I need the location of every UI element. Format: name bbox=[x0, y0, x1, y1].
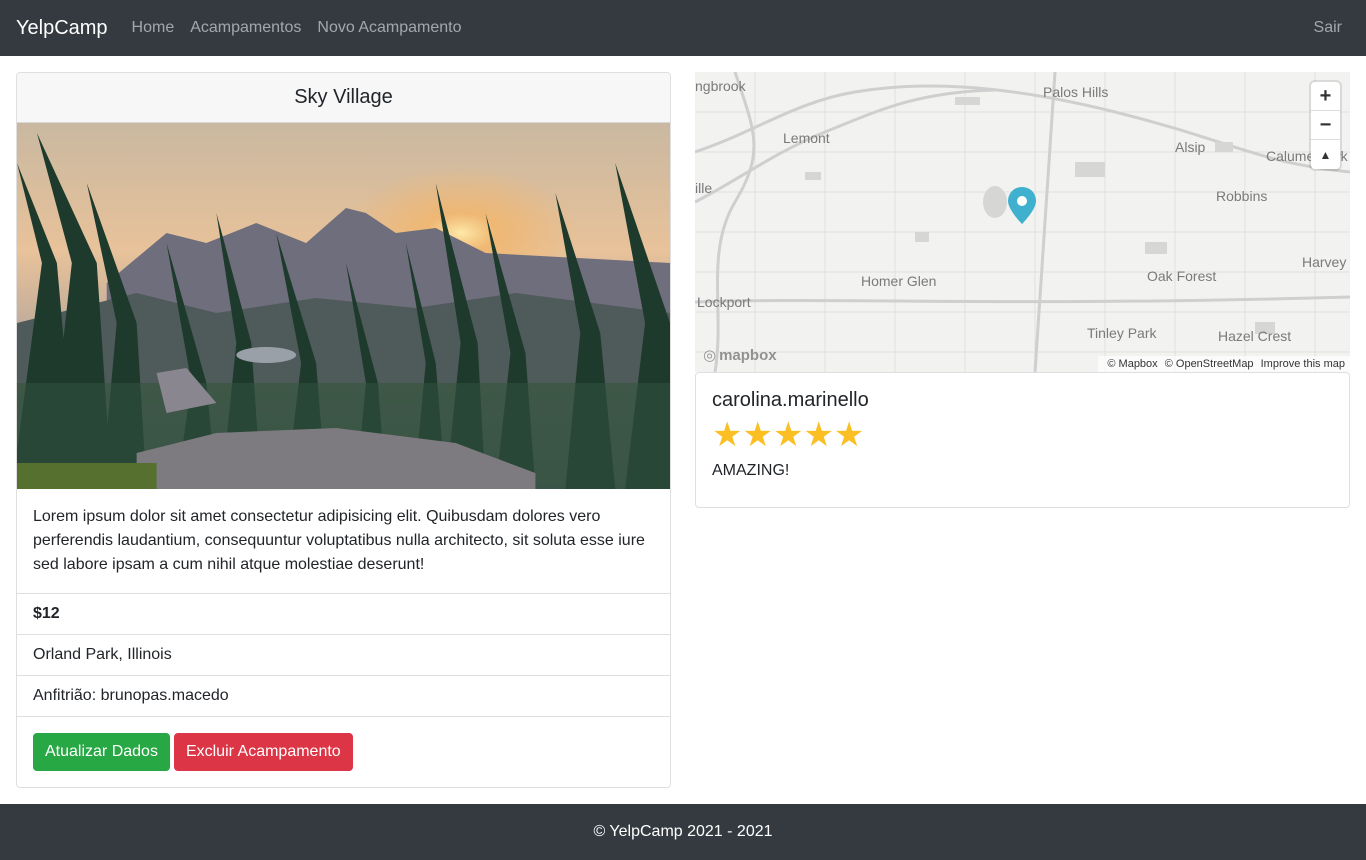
map-marker[interactable] bbox=[1008, 187, 1036, 224]
review-rating-stars: ★★★★★ bbox=[712, 416, 865, 454]
campground-host: Anfitrião: brunopas.macedo bbox=[17, 676, 670, 717]
map-label-ville: ille bbox=[695, 180, 713, 196]
map-label-tinley-park: Tinley Park bbox=[1087, 325, 1157, 341]
zoom-in-button[interactable]: + bbox=[1311, 82, 1340, 111]
mapbox-logo-text: mapbox bbox=[719, 346, 777, 364]
nav-campgrounds-link[interactable]: Acampamentos bbox=[190, 19, 301, 37]
map-label-bridgebrook: ngbrook bbox=[695, 78, 746, 94]
attribution-osm-link[interactable]: © OpenStreetMap bbox=[1165, 358, 1254, 370]
campground-actions: Atualizar Dados Excluir Acampamento bbox=[17, 717, 670, 787]
review-author: carolina.marinello bbox=[712, 389, 869, 411]
map-label-lemont: Lemont bbox=[783, 130, 830, 146]
map-label-palos-hills: Palos Hills bbox=[1043, 84, 1109, 100]
map-label-lockport: Lockport bbox=[697, 294, 751, 310]
campground-location: Orland Park, Illinois bbox=[17, 635, 670, 676]
footer: © YelpCamp 2021 - 2021 bbox=[0, 804, 1366, 860]
map-label-hazel-crest: Hazel Crest bbox=[1218, 328, 1292, 344]
campground-card: Sky Village Lorem ipsum dolor sit amet c… bbox=[16, 72, 671, 788]
logout-link[interactable]: Sair bbox=[1314, 19, 1342, 37]
map-label-robbins: Robbins bbox=[1216, 188, 1268, 204]
review-card: carolina.marinello ★★★★★ AMAZING! bbox=[695, 372, 1350, 508]
map-label-harvey: Harvey bbox=[1302, 254, 1347, 270]
map[interactable]: ngbrook Palos Hills Lemont Alsip Calume … bbox=[695, 72, 1350, 372]
campground-price: $12 bbox=[17, 594, 670, 635]
review-text: AMAZING! bbox=[712, 462, 790, 479]
attribution-mapbox-link[interactable]: © Mapbox bbox=[1107, 358, 1157, 370]
nav-new-campground-link[interactable]: Novo Acampamento bbox=[317, 19, 461, 37]
campground-title: Sky Village bbox=[17, 73, 670, 123]
delete-campground-button[interactable]: Excluir Acampamento bbox=[173, 733, 353, 771]
update-campground-button[interactable]: Atualizar Dados bbox=[33, 733, 170, 771]
map-label-oak-forest: Oak Forest bbox=[1147, 268, 1217, 284]
map-label-alsip: Alsip bbox=[1175, 139, 1206, 155]
map-label-homer-glen: Homer Glen bbox=[861, 273, 937, 289]
map-label-calumet: Calume bbox=[1266, 148, 1315, 164]
zoom-out-button[interactable]: − bbox=[1311, 111, 1340, 140]
nav-home-link[interactable]: Home bbox=[132, 19, 175, 37]
compass-button[interactable]: ▲ bbox=[1311, 140, 1340, 169]
mapbox-logo[interactable]: ◎ mapbox bbox=[703, 346, 777, 365]
footer-copyright: © YelpCamp 2021 - 2021 bbox=[593, 823, 773, 840]
map-canvas bbox=[695, 72, 1350, 372]
navbar: YelpCamp Home Acampamentos Novo Acampame… bbox=[0, 0, 1366, 56]
map-zoom-controls: + − ▲ bbox=[1311, 82, 1340, 169]
brand-link[interactable]: YelpCamp bbox=[16, 17, 108, 40]
campground-image bbox=[17, 123, 670, 489]
campground-description: Lorem ipsum dolor sit amet consectetur a… bbox=[17, 489, 670, 594]
map-attribution: © Mapbox © OpenStreetMap Improve this ma… bbox=[1098, 356, 1350, 372]
mapbox-logo-icon: ◎ bbox=[703, 347, 717, 364]
attribution-improve-link[interactable]: Improve this map bbox=[1261, 358, 1345, 370]
